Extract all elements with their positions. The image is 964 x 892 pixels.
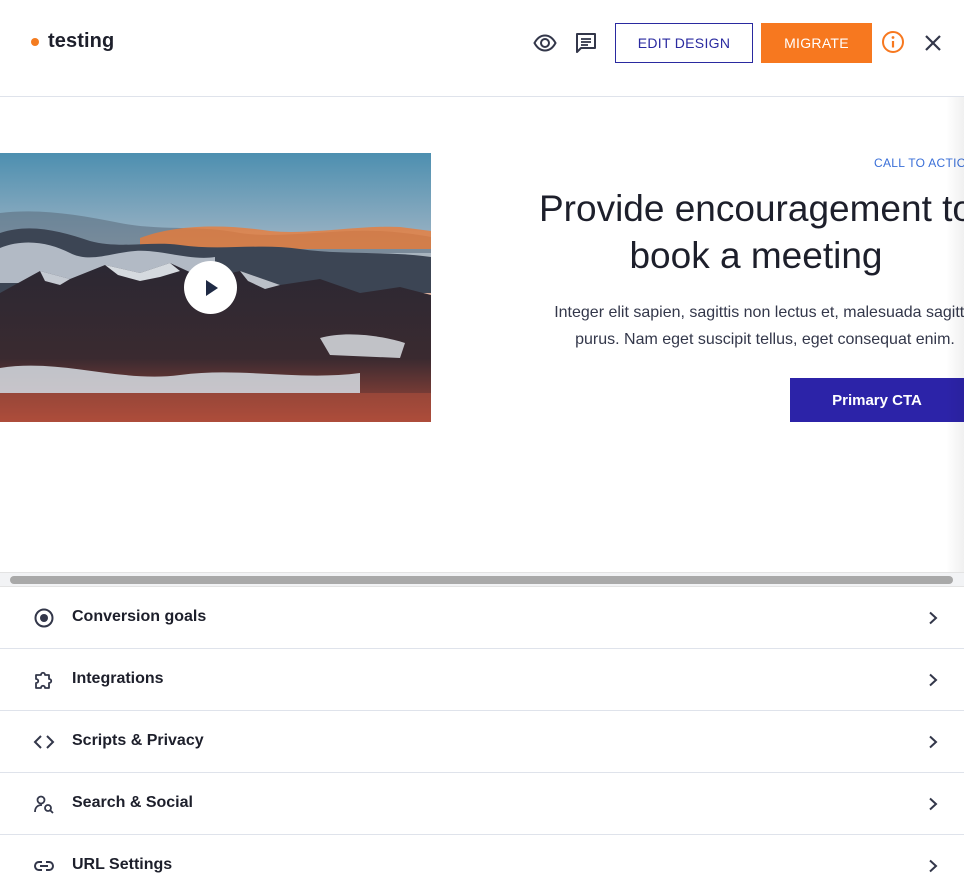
preview-button[interactable] bbox=[531, 29, 559, 57]
eye-icon bbox=[533, 34, 557, 52]
setting-label: Integrations bbox=[72, 670, 164, 687]
cta-headline: Provide encouragement to book a meeting bbox=[496, 185, 964, 279]
chevron-right-icon bbox=[925, 794, 941, 814]
headline-line-2: book a meeting bbox=[629, 235, 883, 276]
horizontal-scrollbar[interactable] bbox=[0, 572, 964, 587]
close-icon bbox=[925, 35, 941, 51]
setting-search-social[interactable]: Search & Social bbox=[0, 773, 964, 835]
user-search-icon bbox=[32, 792, 56, 816]
setting-conversion-goals[interactable]: Conversion goals bbox=[0, 587, 964, 649]
edit-design-button[interactable]: EDIT DESIGN bbox=[615, 23, 753, 63]
play-button[interactable] bbox=[184, 261, 237, 314]
migrate-button[interactable]: MIGRATE bbox=[761, 23, 872, 63]
chevron-right-icon bbox=[925, 670, 941, 690]
cta-body-text: Integer elit sapien, sagittis non lectus… bbox=[515, 299, 964, 353]
code-icon bbox=[32, 730, 56, 754]
video-thumbnail[interactable] bbox=[0, 153, 431, 422]
link-icon bbox=[32, 854, 56, 878]
setting-label: Scripts & Privacy bbox=[72, 732, 204, 749]
body-line-2: purus. Nam eget suscipit tellus, eget co… bbox=[575, 331, 955, 348]
preview-edge-shadow bbox=[946, 97, 964, 572]
setting-label: Search & Social bbox=[72, 794, 193, 811]
setting-url-settings[interactable]: URL Settings bbox=[0, 835, 964, 892]
play-icon bbox=[205, 279, 218, 296]
chevron-right-icon bbox=[925, 608, 941, 628]
target-icon bbox=[32, 606, 56, 630]
puzzle-icon bbox=[32, 668, 56, 692]
chevron-right-icon bbox=[925, 732, 941, 752]
setting-integrations[interactable]: Integrations bbox=[0, 649, 964, 711]
editor-header: testing EDIT DESIGN MIGRATE bbox=[0, 0, 964, 97]
chevron-right-icon bbox=[925, 856, 941, 876]
setting-label: Conversion goals bbox=[72, 608, 207, 625]
status-dot bbox=[31, 37, 39, 46]
info-icon bbox=[882, 31, 904, 53]
comments-button[interactable] bbox=[572, 29, 600, 57]
page-title: testing bbox=[48, 30, 115, 52]
scrollbar-thumb[interactable] bbox=[10, 576, 953, 584]
primary-cta-button[interactable]: Primary CTA bbox=[790, 378, 964, 422]
info-button[interactable] bbox=[879, 28, 907, 56]
comment-icon bbox=[576, 33, 596, 53]
page-title-wrap: testing bbox=[31, 30, 114, 53]
setting-label: URL Settings bbox=[72, 856, 173, 873]
page-preview: CALL TO ACTION Provide encouragement to … bbox=[0, 97, 964, 572]
body-line-1: Integer elit sapien, sagittis non lectus… bbox=[554, 304, 964, 321]
setting-scripts-privacy[interactable]: Scripts & Privacy bbox=[0, 711, 964, 773]
close-button[interactable] bbox=[919, 29, 947, 57]
settings-list: Conversion goals Integrations Scripts & … bbox=[0, 587, 964, 892]
headline-line-1: Provide encouragement to bbox=[539, 188, 964, 229]
